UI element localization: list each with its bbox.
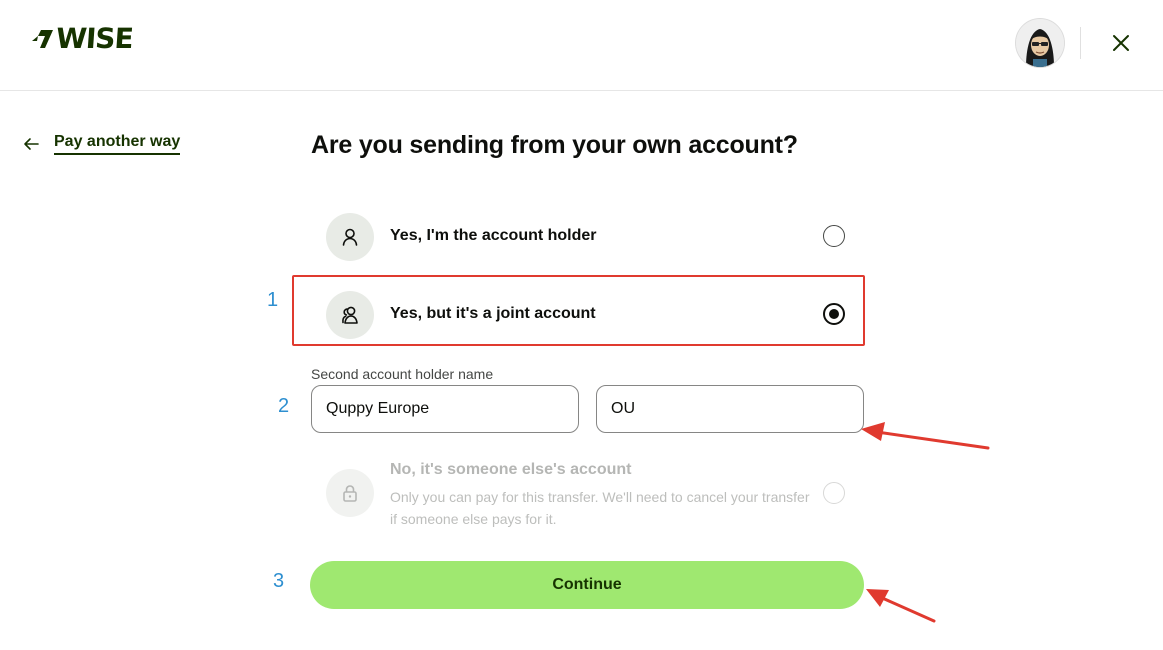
page: WISE Pay another way Are you sending fro… [0,0,1163,650]
radio-button[interactable] [823,225,845,247]
option-description: Only you can pay for this transfer. We'l… [390,489,810,527]
pay-another-way-link[interactable]: Pay another way [22,133,181,155]
page-title: Are you sending from your own account? [311,131,798,159]
lock-icon [326,469,374,517]
radio-button-disabled [823,482,845,504]
annotation-step-3: 3 [273,570,285,592]
annotation-step-1: 1 [267,289,279,311]
radio-button-selected[interactable] [823,303,845,325]
second-holder-label: Second account holder name [311,366,494,382]
back-link-label: Pay another way [54,133,181,155]
radio-dot [829,309,839,319]
second-holder-first-name-input[interactable] [311,385,579,433]
person-icon [326,213,374,261]
continue-button[interactable]: Continue [310,561,864,609]
annotation-arrow-icon [866,589,936,623]
logo-text: WISE [54,22,134,55]
wise-flag-icon [31,30,53,48]
top-header: WISE [0,0,1163,91]
option-label: No, it's someone else's account [390,461,632,478]
arrow-left-icon [24,138,39,150]
close-icon[interactable] [1108,30,1134,56]
people-icon [326,291,374,339]
option-someone-else-disabled: No, it's someone else's account Only you… [310,458,865,538]
option-account-holder[interactable]: Yes, I'm the account holder [310,202,865,272]
avatar-illustration [1016,19,1064,67]
second-holder-last-name-input[interactable] [596,385,864,433]
header-divider [1080,27,1081,59]
annotation-arrow-icon [861,422,990,450]
annotation-step-2: 2 [278,395,290,417]
option-label: Yes, but it's a joint account [390,305,596,322]
wise-logo[interactable]: WISE [30,22,134,55]
option-label: Yes, I'm the account holder [390,227,597,244]
user-avatar[interactable] [1016,19,1064,67]
option-joint-account[interactable]: Yes, but it's a joint account [310,280,865,350]
